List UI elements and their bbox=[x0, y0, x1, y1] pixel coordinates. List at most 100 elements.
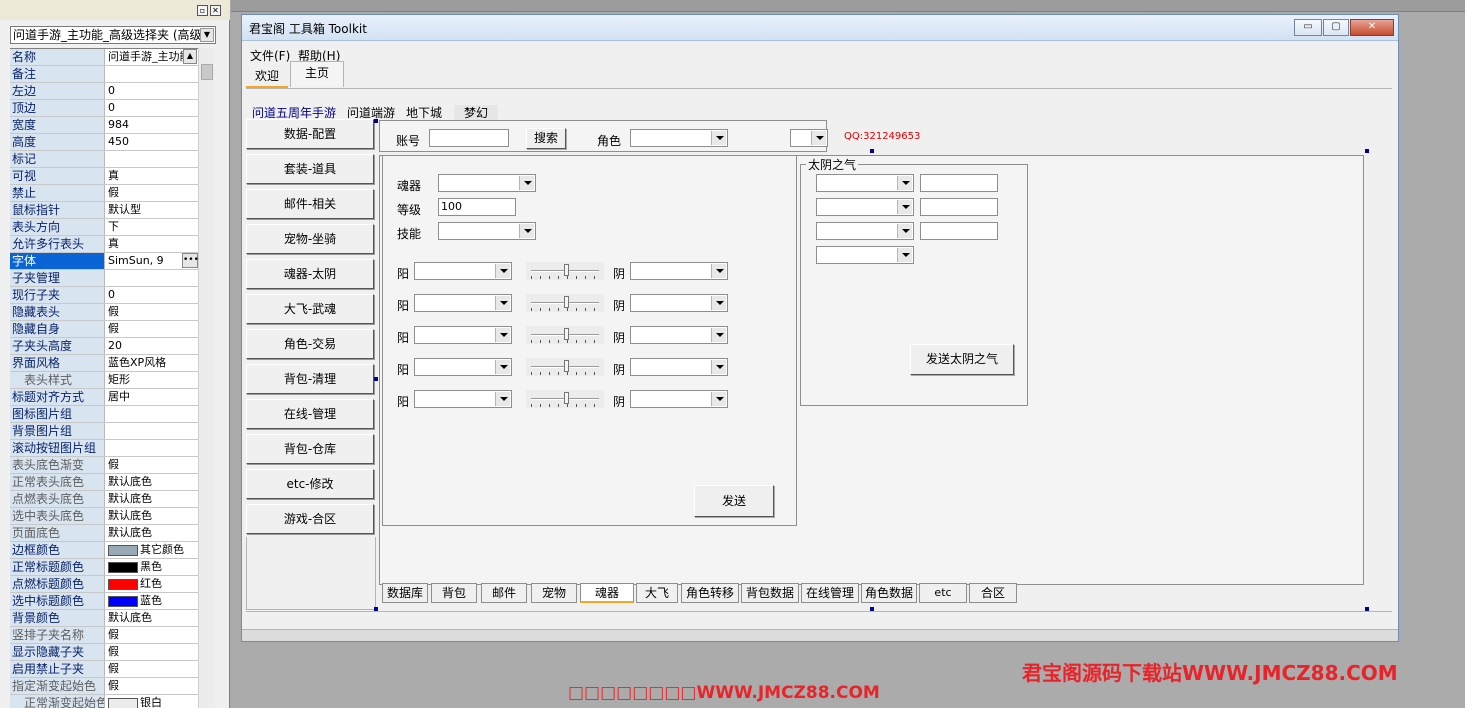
property-row[interactable]: 竖排子夹名称假 bbox=[10, 627, 198, 644]
close-icon[interactable]: ✕ bbox=[210, 5, 221, 16]
chevron-down-icon[interactable] bbox=[495, 392, 510, 406]
chevron-down-icon[interactable] bbox=[519, 224, 534, 238]
property-row[interactable]: 备注 bbox=[10, 66, 198, 83]
chevron-down-icon[interactable] bbox=[711, 392, 726, 406]
chevron-down-icon[interactable] bbox=[711, 131, 726, 145]
property-value[interactable]: 下 bbox=[106, 219, 198, 235]
property-row[interactable]: 背景图片组 bbox=[10, 423, 198, 440]
chevron-down-icon[interactable] bbox=[897, 176, 912, 190]
property-row[interactable]: 背景颜色 默认底色 bbox=[10, 610, 198, 627]
property-value[interactable]: 黑色 bbox=[106, 559, 198, 575]
property-row[interactable]: 选中表头底色 默认底色 bbox=[10, 508, 198, 525]
property-value[interactable]: 默认底色 bbox=[106, 491, 198, 507]
property-value[interactable]: 蓝色 bbox=[106, 593, 198, 609]
property-value[interactable]: 0 bbox=[106, 100, 198, 116]
property-value[interactable]: 假 bbox=[106, 457, 198, 473]
minimize-icon[interactable]: ▭ bbox=[1294, 19, 1322, 36]
property-value[interactable] bbox=[106, 151, 198, 167]
selection-handle[interactable] bbox=[374, 377, 378, 381]
property-value[interactable]: 其它颜色 bbox=[106, 542, 198, 558]
property-row[interactable]: 界面风格 蓝色XP风格 bbox=[10, 355, 198, 372]
property-row-selected[interactable]: 字体 SimSun, 9 ••• bbox=[10, 253, 199, 270]
side-button[interactable]: 大飞-武魂 bbox=[246, 294, 374, 324]
property-row[interactable]: 点燃标题颜色 红色 bbox=[10, 576, 198, 593]
side-button[interactable]: 宠物-坐骑 bbox=[246, 224, 374, 254]
bottom-tab-active[interactable]: 魂器 bbox=[580, 583, 634, 603]
property-value[interactable]: 蓝色XP风格 bbox=[106, 355, 198, 371]
side-button[interactable]: 邮件-相关 bbox=[246, 189, 374, 219]
chevron-down-icon[interactable] bbox=[519, 176, 534, 190]
soul-combo[interactable] bbox=[438, 174, 536, 192]
bottom-tab[interactable]: 背包数据 bbox=[741, 583, 799, 603]
property-value[interactable] bbox=[106, 270, 198, 286]
slider-thumb[interactable] bbox=[564, 328, 569, 340]
yang-combo[interactable] bbox=[414, 294, 512, 312]
property-row[interactable]: 鼠标指针 默认型 bbox=[10, 202, 198, 219]
tab-welcome[interactable]: 欢迎 bbox=[246, 65, 288, 89]
yang-combo[interactable] bbox=[414, 390, 512, 408]
pin-icon[interactable]: ▫ bbox=[197, 5, 208, 16]
yang-combo[interactable] bbox=[414, 262, 512, 280]
chevron-down-icon[interactable] bbox=[711, 360, 726, 374]
maximize-icon[interactable]: ▢ bbox=[1323, 19, 1349, 36]
bottom-tab[interactable]: 数据库 bbox=[382, 583, 428, 603]
property-row[interactable]: 点燃表头底色 默认底色 bbox=[10, 491, 198, 508]
chevron-down-icon[interactable] bbox=[811, 131, 826, 145]
property-row[interactable]: 边框颜色 其它颜色 bbox=[10, 542, 198, 559]
side-button[interactable]: 背包-仓库 bbox=[246, 434, 374, 464]
yin-yang-slider[interactable] bbox=[526, 358, 604, 376]
property-row[interactable]: 指定渐变起始色假 bbox=[10, 678, 198, 695]
property-row[interactable]: 现行子夹 0 bbox=[10, 287, 198, 304]
property-row[interactable]: 显示隐藏子夹假 bbox=[10, 644, 198, 661]
skill-combo[interactable] bbox=[438, 222, 536, 240]
property-value[interactable]: 矩形 bbox=[106, 372, 198, 388]
property-value[interactable]: 真 bbox=[106, 168, 198, 184]
taiyin-input[interactable] bbox=[920, 174, 998, 192]
property-value[interactable]: 假 bbox=[106, 627, 198, 643]
property-row[interactable]: 隐藏表头假 bbox=[10, 304, 198, 321]
bottom-tab[interactable]: 角色转移 bbox=[681, 583, 739, 603]
server-combo[interactable] bbox=[790, 129, 828, 147]
object-selector[interactable]: 问道手游_主功能_高级选择夹 (高级 ▼ bbox=[10, 26, 216, 44]
chevron-up-icon[interactable]: ▲ bbox=[183, 49, 197, 64]
property-value[interactable]: 0 bbox=[106, 83, 198, 99]
property-value[interactable]: 居中 bbox=[106, 389, 198, 405]
property-row[interactable]: 标记 bbox=[10, 151, 198, 168]
property-row[interactable]: 禁止假 bbox=[10, 185, 198, 202]
property-row[interactable]: 隐藏自身假 bbox=[10, 321, 198, 338]
property-row[interactable]: 子夹头高度 20 bbox=[10, 338, 198, 355]
property-value[interactable]: 默认型 bbox=[106, 202, 198, 218]
chevron-down-icon[interactable] bbox=[897, 200, 912, 214]
slider-thumb[interactable] bbox=[564, 360, 569, 372]
property-row[interactable]: 图标图片组 bbox=[10, 406, 198, 423]
property-value[interactable]: 450 bbox=[106, 134, 198, 150]
property-row[interactable]: 表头方向下 bbox=[10, 219, 198, 236]
property-row[interactable]: 可视真 bbox=[10, 168, 198, 185]
property-row[interactable]: 标题对齐方式 居中 bbox=[10, 389, 198, 406]
property-value[interactable] bbox=[106, 66, 198, 82]
side-button[interactable]: 套装-道具 bbox=[246, 154, 374, 184]
chevron-down-icon[interactable] bbox=[897, 224, 912, 238]
property-value[interactable]: 假 bbox=[106, 644, 198, 660]
bottom-tab[interactable]: 大飞 bbox=[636, 583, 678, 603]
property-value[interactable]: 默认底色 bbox=[106, 610, 198, 626]
slider-thumb[interactable] bbox=[564, 296, 569, 308]
side-button[interactable]: etc-修改 bbox=[246, 469, 374, 499]
menu-file[interactable]: 文件(F) bbox=[250, 47, 290, 64]
chevron-down-icon[interactable] bbox=[897, 248, 912, 262]
send-taiyin-button[interactable]: 发送太阴之气 bbox=[910, 344, 1014, 375]
bottom-tab[interactable]: 在线管理 bbox=[801, 583, 859, 603]
chevron-down-icon[interactable] bbox=[495, 264, 510, 278]
taiyin-combo[interactable] bbox=[816, 222, 914, 240]
taiyin-input[interactable] bbox=[920, 198, 998, 216]
side-button[interactable]: 在线-管理 bbox=[246, 399, 374, 429]
yin-combo[interactable] bbox=[630, 294, 728, 312]
property-row[interactable]: 表头底色渐变假 bbox=[10, 457, 198, 474]
selection-handle[interactable] bbox=[870, 149, 874, 153]
close-icon[interactable]: ✕ bbox=[1350, 19, 1394, 36]
taiyin-combo[interactable] bbox=[816, 174, 914, 192]
property-value[interactable]: 银白 bbox=[106, 695, 198, 708]
property-value[interactable]: 20 bbox=[106, 338, 198, 354]
property-row[interactable]: 正常标题颜色 黑色 bbox=[10, 559, 198, 576]
chevron-down-icon[interactable] bbox=[711, 296, 726, 310]
